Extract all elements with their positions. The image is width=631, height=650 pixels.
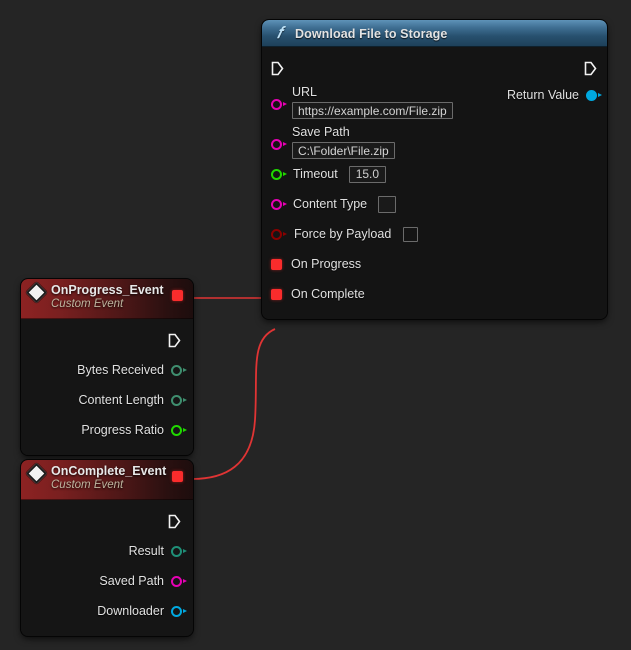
downloader-output-pin[interactable] xyxy=(171,606,182,617)
row-downloader: Downloader xyxy=(21,596,193,626)
node-header[interactable]: OnComplete_Event Custom Event xyxy=(21,460,193,500)
row-on-complete: On Complete xyxy=(262,279,607,309)
on-progress-delegate-pin[interactable] xyxy=(271,259,282,270)
saved-path-label: Saved Path xyxy=(99,574,164,588)
bytes-received-label: Bytes Received xyxy=(77,363,164,377)
save-path-label: Save Path xyxy=(292,125,395,139)
node-header[interactable]: OnProgress_Event Custom Event xyxy=(21,279,193,319)
row-progress-ratio: Progress Ratio xyxy=(21,415,193,445)
return-value-output-pin[interactable] xyxy=(586,90,597,101)
row-result: Result xyxy=(21,536,193,566)
save-path-input-pin[interactable] xyxy=(271,139,282,150)
timeout-label: Timeout xyxy=(293,167,338,181)
node-body: URL https://example.com/File.zip Return … xyxy=(262,47,607,319)
result-output-pin[interactable] xyxy=(171,546,182,557)
row-url: URL https://example.com/File.zip Return … xyxy=(262,81,607,119)
node-body: Result Saved Path Downloader xyxy=(21,500,193,636)
timeout-input-field[interactable]: 15.0 xyxy=(349,166,386,183)
url-input-field[interactable]: https://example.com/File.zip xyxy=(292,102,453,119)
on-complete-label: On Complete xyxy=(291,287,365,301)
exec-out-pin[interactable] xyxy=(168,514,181,529)
exec-row xyxy=(21,506,193,536)
exec-out-pin[interactable] xyxy=(584,61,597,76)
row-save-path: Save Path C:\Folder\File.zip xyxy=(262,119,607,159)
event-diamond-icon xyxy=(26,463,47,484)
url-input-pin[interactable] xyxy=(271,99,282,110)
row-content-type: Content Type xyxy=(262,189,607,219)
node-title: OnProgress_Event xyxy=(51,283,164,297)
save-path-input-field[interactable]: C:\Folder\File.zip xyxy=(292,142,395,159)
url-label: URL xyxy=(292,85,453,99)
row-timeout: Timeout 15.0 xyxy=(262,159,607,189)
content-type-label: Content Type xyxy=(293,197,367,211)
event-diamond-icon xyxy=(26,282,47,303)
downloader-label: Downloader xyxy=(97,604,164,618)
result-label: Result xyxy=(129,544,164,558)
node-subtitle: Custom Event xyxy=(51,479,166,492)
row-content-length: Content Length xyxy=(21,385,193,415)
node-header[interactable]: 𝑓 Download File to Storage xyxy=(262,20,607,47)
force-by-payload-label: Force by Payload xyxy=(294,227,391,241)
exec-out-pin[interactable] xyxy=(168,333,181,348)
exec-row xyxy=(262,53,607,81)
function-f-icon: 𝑓 xyxy=(272,25,287,42)
event-delegate-pin[interactable] xyxy=(172,471,183,482)
wire-on-complete xyxy=(192,329,275,479)
node-title: Download File to Storage xyxy=(295,27,447,41)
node-body: Bytes Received Content Length Progress R… xyxy=(21,319,193,455)
node-on-complete-event[interactable]: OnComplete_Event Custom Event Result Sav… xyxy=(21,460,193,636)
force-by-payload-input-pin[interactable] xyxy=(271,229,282,240)
content-type-input-pin[interactable] xyxy=(271,199,282,210)
node-on-progress-event[interactable]: OnProgress_Event Custom Event Bytes Rece… xyxy=(21,279,193,455)
return-value-label: Return Value xyxy=(507,88,579,102)
saved-path-output-pin[interactable] xyxy=(171,576,182,587)
row-saved-path: Saved Path xyxy=(21,566,193,596)
node-title: OnComplete_Event xyxy=(51,464,166,478)
timeout-input-pin[interactable] xyxy=(271,169,282,180)
row-bytes-received: Bytes Received xyxy=(21,355,193,385)
progress-ratio-label: Progress Ratio xyxy=(81,423,164,437)
bytes-received-output-pin[interactable] xyxy=(171,365,182,376)
exec-in-pin[interactable] xyxy=(271,61,284,76)
node-subtitle: Custom Event xyxy=(51,298,164,311)
node-download-file-to-storage[interactable]: 𝑓 Download File to Storage URL https://e… xyxy=(262,20,607,319)
progress-ratio-output-pin[interactable] xyxy=(171,425,182,436)
row-on-progress: On Progress xyxy=(262,249,607,279)
on-complete-delegate-pin[interactable] xyxy=(271,289,282,300)
row-force-by-payload: Force by Payload xyxy=(262,219,607,249)
exec-row xyxy=(21,325,193,355)
content-length-output-pin[interactable] xyxy=(171,395,182,406)
event-delegate-pin[interactable] xyxy=(172,290,183,301)
force-by-payload-checkbox[interactable] xyxy=(403,227,418,242)
on-progress-label: On Progress xyxy=(291,257,361,271)
content-type-input-field[interactable] xyxy=(378,196,396,213)
content-length-label: Content Length xyxy=(79,393,165,407)
